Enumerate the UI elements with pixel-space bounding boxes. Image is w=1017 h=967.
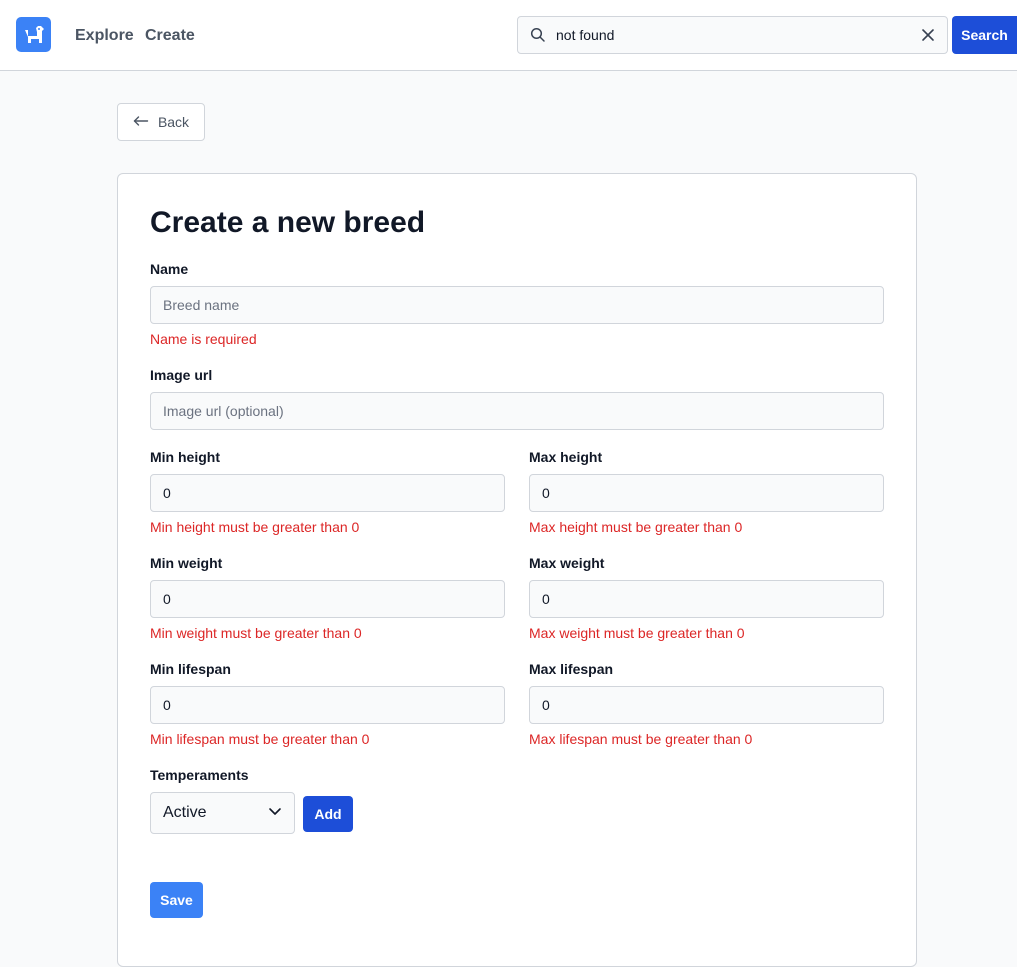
min-weight-label: Min weight xyxy=(150,555,223,571)
min-weight-error: Min weight must be greater than 0 xyxy=(150,625,362,641)
min-height-input[interactable] xyxy=(150,474,505,512)
arrow-left-icon xyxy=(133,114,149,130)
min-lifespan-input[interactable] xyxy=(150,686,505,724)
search-box xyxy=(517,16,948,54)
search-button[interactable]: Search xyxy=(952,16,1017,54)
name-input[interactable] xyxy=(150,286,884,324)
max-lifespan-error: Max lifespan must be greater than 0 xyxy=(529,731,753,747)
nav-create-link[interactable]: Create xyxy=(145,27,195,45)
back-button-label: Back xyxy=(157,114,190,130)
min-lifespan-error: Min lifespan must be greater than 0 xyxy=(150,731,370,747)
max-height-input[interactable] xyxy=(529,474,884,512)
min-height-error: Min height must be greater than 0 xyxy=(150,519,360,535)
temperament-select[interactable]: Active xyxy=(150,792,295,834)
max-weight-error: Max weight must be greater than 0 xyxy=(529,625,745,641)
chevron-down-icon xyxy=(268,804,282,823)
max-weight-label: Max weight xyxy=(529,555,605,571)
temperament-select-value: Active xyxy=(163,804,207,821)
nav-explore-link[interactable]: Explore xyxy=(75,27,134,45)
image-url-input[interactable] xyxy=(150,392,884,430)
top-bar: Explore Create Search xyxy=(0,0,1017,71)
min-weight-input[interactable] xyxy=(150,580,505,618)
max-height-label: Max height xyxy=(529,449,603,465)
max-weight-input[interactable] xyxy=(529,580,884,618)
name-label: Name xyxy=(150,261,189,277)
dog-icon[interactable] xyxy=(16,17,51,52)
max-lifespan-label: Max lifespan xyxy=(529,661,614,677)
search-input[interactable] xyxy=(556,18,906,52)
close-icon[interactable] xyxy=(921,28,935,47)
back-button[interactable]: Back xyxy=(117,103,205,141)
max-lifespan-input[interactable] xyxy=(529,686,884,724)
image-url-label: Image url xyxy=(150,367,213,383)
page-title: Create a new breed xyxy=(150,206,426,239)
min-lifespan-label: Min lifespan xyxy=(150,661,231,677)
save-button[interactable]: Save xyxy=(150,882,203,918)
add-temperament-button[interactable]: Add xyxy=(303,796,353,832)
temperaments-label: Temperaments xyxy=(150,767,249,783)
name-error: Name is required xyxy=(150,331,257,347)
max-height-error: Max height must be greater than 0 xyxy=(529,519,743,535)
search-icon xyxy=(530,27,546,48)
min-height-label: Min height xyxy=(150,449,220,465)
